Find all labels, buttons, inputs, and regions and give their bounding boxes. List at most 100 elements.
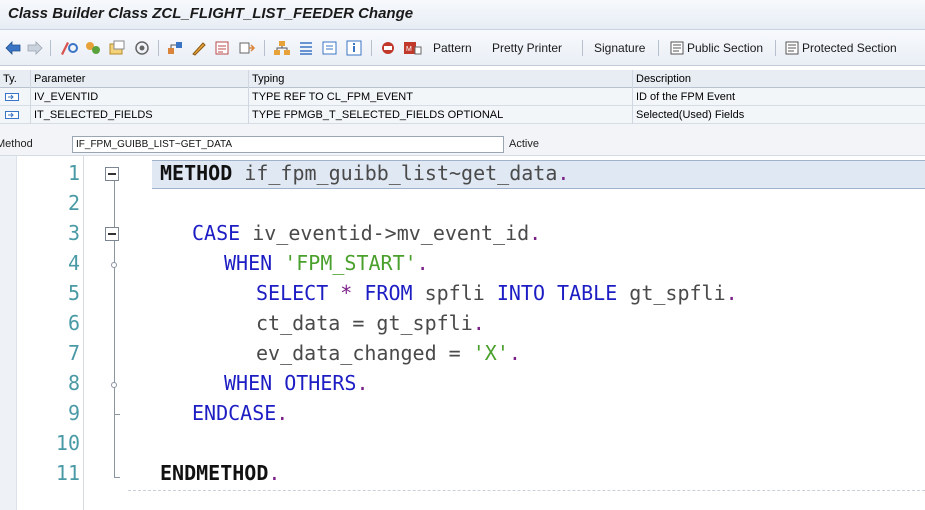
macro-icon[interactable]: M <box>402 38 424 58</box>
pattern-button-label: Pattern <box>433 41 472 55</box>
period: . <box>557 161 570 185</box>
method-bar: Method IF_FPM_GUIBB_LIST~GET_DATA Active <box>0 124 925 156</box>
column-header-parameter[interactable]: Parameter <box>31 70 249 88</box>
period: . <box>268 461 281 485</box>
toolbar-separator <box>158 40 159 56</box>
period: . <box>529 221 542 245</box>
collapse-case-icon[interactable] <box>105 227 119 241</box>
type-cell[interactable] <box>0 88 31 106</box>
back-arrow-icon[interactable] <box>4 38 22 58</box>
help-icon[interactable] <box>320 38 340 58</box>
code-line-5[interactable]: SELECT * FROM spfli INTO TABLE gt_spfli. <box>256 281 738 305</box>
description-cell[interactable]: Selected(Used) Fields <box>633 106 925 124</box>
outline-end-tick <box>114 477 120 478</box>
keyword-when: WHEN <box>224 251 273 275</box>
typing-cell[interactable]: TYPE FPMGB_T_SELECTED_FIELDS OPTIONAL <box>249 106 633 124</box>
signature-button[interactable]: Signature <box>594 39 645 57</box>
parameter-cell[interactable]: IT_SELECTED_FIELDS <box>31 106 249 124</box>
code-line-11[interactable]: ENDMETHOD. <box>160 461 280 485</box>
line-number: 6 <box>67 311 80 335</box>
toolbar-separator <box>371 40 372 56</box>
code-line-1[interactable]: METHOD if_fpm_guibb_list~get_data. <box>160 161 569 185</box>
svg-text:M: M <box>406 46 412 53</box>
assignment: ct_data = gt_spfli <box>256 311 473 335</box>
code-editor[interactable]: 1 2 3 4 5 6 7 8 9 10 11 METHOD if_fpm_gu… <box>0 156 925 510</box>
toolbar-separator <box>658 40 659 56</box>
display-change-icon[interactable] <box>83 38 103 58</box>
line-number: 1 <box>67 161 80 185</box>
method-label: Method <box>0 138 33 150</box>
method-name-field[interactable]: IF_FPM_GUIBB_LIST~GET_DATA <box>72 136 504 153</box>
public-section-button[interactable]: Public Section <box>670 39 763 57</box>
keyword-into-table: INTO TABLE <box>496 281 618 305</box>
column-header-description[interactable]: Description <box>633 70 925 88</box>
toolbar-separator <box>582 40 583 56</box>
code-line-8[interactable]: WHEN OTHERS. <box>224 371 369 395</box>
code-line-7[interactable]: ev_data_changed = 'X'. <box>256 341 521 365</box>
section-icon <box>785 41 799 55</box>
parameter-cell[interactable]: IV_EVENTID <box>31 88 249 106</box>
signature-button-label: Signature <box>594 41 646 55</box>
forward-arrow-icon[interactable] <box>26 38 44 58</box>
table-row[interactable]: IT_SELECTED_FIELDS TYPE FPMGB_T_SELECTED… <box>0 106 925 124</box>
pattern-button[interactable]: Pattern <box>433 39 472 57</box>
hierarchy-icon[interactable] <box>272 38 292 58</box>
active-inactive-icon[interactable] <box>107 38 127 58</box>
keyword-select: SELECT <box>256 281 329 305</box>
check-icon[interactable] <box>213 38 233 58</box>
assignment: ev_data_changed = <box>256 341 473 365</box>
line-number: 3 <box>67 221 80 245</box>
application-toolbar: M Pattern Pretty Printer Signature Publi… <box>0 30 925 66</box>
type-cell[interactable] <box>0 106 31 124</box>
code-line-3[interactable]: CASE iv_eventid->mv_event_id. <box>192 221 541 245</box>
period: . <box>356 371 369 395</box>
layout-icon[interactable] <box>237 38 257 58</box>
code-line-4[interactable]: WHEN 'FPM_START'. <box>224 251 429 275</box>
list-icon[interactable] <box>296 38 316 58</box>
protected-section-button[interactable]: Protected Section <box>785 39 897 57</box>
table-header: Ty. Parameter Typing Description <box>0 70 925 88</box>
info-icon[interactable] <box>344 38 364 58</box>
code-line-6[interactable]: ct_data = gt_spfli. <box>256 311 485 335</box>
toolbar-separator <box>264 40 265 56</box>
column-header-typing[interactable]: Typing <box>249 70 633 88</box>
local-types-icon[interactable] <box>378 38 398 58</box>
importing-param-icon <box>5 111 19 119</box>
code-line-9[interactable]: ENDCASE. <box>192 401 288 425</box>
typing-cell[interactable]: TYPE REF TO CL_FPM_EVENT <box>249 88 633 106</box>
table-row[interactable]: IV_EVENTID TYPE REF TO CL_FPM_EVENT ID o… <box>0 88 925 106</box>
line-number: 10 <box>55 431 80 455</box>
protected-section-label: Protected Section <box>802 41 897 55</box>
public-section-label: Public Section <box>687 41 764 55</box>
column-header-type[interactable]: Ty. <box>0 70 31 88</box>
section-icon <box>670 41 684 55</box>
keyword-when-others: WHEN OTHERS <box>224 371 357 395</box>
line-number: 5 <box>67 281 80 305</box>
table-name: spfli <box>412 281 497 305</box>
editor-left-margin <box>0 156 17 510</box>
collapse-method-icon[interactable] <box>105 167 119 181</box>
keyword-endcase: ENDCASE <box>192 401 277 425</box>
where-used-icon[interactable] <box>165 38 185 58</box>
line-number: 11 <box>55 461 80 485</box>
edit-object-icon[interactable] <box>189 38 209 58</box>
window-title: Class Builder Class ZCL_FLIGHT_LIST_FEED… <box>8 5 414 22</box>
description-cell[interactable]: ID of the FPM Event <box>633 88 925 106</box>
other-object-icon[interactable] <box>58 38 80 58</box>
method-end-border <box>128 490 925 491</box>
title-bar: Class Builder Class ZCL_FLIGHT_LIST_FEED… <box>0 0 925 30</box>
activate-icon[interactable] <box>131 38 153 58</box>
line-number: 4 <box>67 251 80 275</box>
toolbar-separator <box>775 40 776 56</box>
importing-param-icon <box>5 93 19 101</box>
method-status: Active <box>509 138 539 150</box>
case-operand: iv_eventid->mv_event_id <box>240 221 530 245</box>
string-literal: 'FPM_START' <box>272 251 417 275</box>
period: . <box>276 401 289 425</box>
pretty-printer-button-label: Pretty Printer <box>492 41 563 55</box>
gutter-divider <box>83 156 84 510</box>
line-number: 8 <box>67 371 80 395</box>
line-number: 2 <box>67 191 80 215</box>
pretty-printer-button[interactable]: Pretty Printer <box>492 39 562 57</box>
keyword-method: METHOD <box>160 161 233 185</box>
